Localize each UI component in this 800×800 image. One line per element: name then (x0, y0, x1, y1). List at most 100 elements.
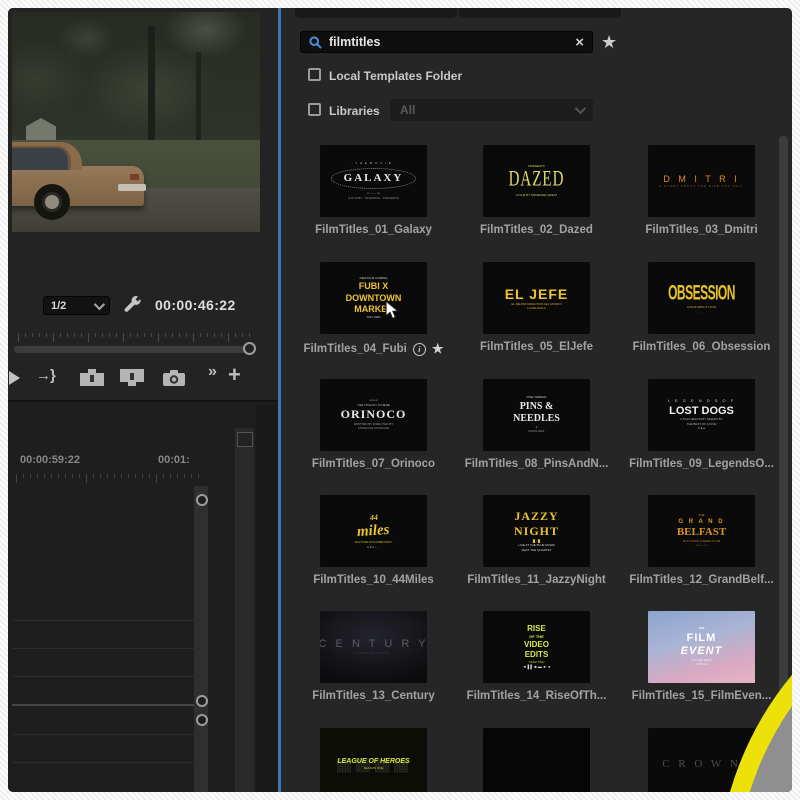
timeline-playhead-strip[interactable] (194, 486, 208, 792)
template-thumbnail[interactable]: THEFILMEVENTOF THE YEAR· JUNE 24 · (648, 611, 755, 683)
template-name: FilmTitles_12_GrandBelf... (629, 574, 773, 586)
template-item[interactable]: THEG R A N DBELFASTOLD TOWN CINEMA CLUB▪… (648, 495, 755, 567)
template-item[interactable]: · T H E M O V I E ·GALAXY▪▪ —— ▪▪▪A FILM… (320, 145, 427, 217)
template-item[interactable]: RISEOF THEVIDEOEDITSYEAR TWO◄ ▌▌ ■ ▬ ► ●… (483, 611, 590, 683)
template-item[interactable]: THEFILMEVENTOF THE YEAR· JUNE 24 ·FilmTi… (648, 611, 755, 683)
thumbnail-art-text: 44 (369, 513, 378, 523)
tab-edit[interactable] (459, 8, 621, 18)
template-thumbnail[interactable]: ▪▪ ▪▪ ▪▪THE TRILOGY IS HEREORINOCOWRITTE… (320, 379, 427, 451)
program-monitor-preview (12, 12, 260, 232)
libraries-select[interactable]: All (390, 99, 593, 121)
more-buttons-icon[interactable]: » (208, 363, 217, 381)
template-item[interactable]: 44milesFEATURE DOCUMENTARY▪▪ ▾ ▪▪ ◦ ···F… (320, 495, 427, 567)
thumbnail-art-text: RISE (527, 624, 546, 633)
template-thumbnail[interactable]: ● (483, 728, 590, 792)
settings-wrench-icon[interactable] (122, 294, 142, 314)
favorites-filter-star-icon[interactable]: ★ (601, 32, 617, 53)
thumbnail-art-text: BELFAST (677, 526, 726, 539)
template-name: FilmTitles_15_FilmEven... (632, 690, 772, 702)
favorite-star-icon[interactable]: ★ (432, 341, 444, 357)
premiere-window: 1/2 00:00:46:22 →} » + 00:00:59: (8, 8, 792, 792)
template-item[interactable]: ● (483, 728, 590, 792)
template-name: FilmTitles_01_Galaxy (315, 224, 432, 236)
thumbnail-art-text: EDITS (525, 650, 549, 659)
template-item[interactable]: OBSESSIONA FILM ABOUT LOVE◦ ◦FilmTitles_… (648, 262, 755, 334)
thumbnail-art-text: VIDEO (524, 640, 549, 649)
thumbnail-art-text: LIVE AT THE BLUE ROOM (518, 544, 554, 547)
go-to-out-icon[interactable]: →} (36, 367, 55, 384)
template-name: FilmTitles_06_Obsession (633, 341, 771, 353)
keyframe-marker[interactable] (196, 494, 208, 506)
scrollbar-handle[interactable] (237, 432, 253, 447)
track-divider (12, 648, 194, 649)
tab-browse[interactable] (295, 8, 457, 18)
keyframe-marker[interactable] (196, 695, 208, 707)
track-divider (12, 620, 194, 621)
thumbnail-art-text: EVENT (681, 645, 723, 658)
template-thumbnail[interactable]: 44milesFEATURE DOCUMENTARY▪▪ ▾ ▪▪ ◦ ··· (320, 495, 427, 567)
template-name: FilmTitles_13_Century (312, 690, 435, 702)
thumbnail-art-text: FILM (687, 632, 717, 645)
template-thumbnail[interactable]: ▦▦▦▦LEAGUE OF HEROESSEASON ONE (320, 728, 427, 792)
value-graph-line (12, 704, 194, 706)
chevron-down-icon (575, 103, 586, 114)
template-item[interactable]: FINE THREADPINS &NEEDLES◦ ▾ ◦SOON 2021Fi… (483, 379, 590, 451)
search-input[interactable] (329, 35, 568, 49)
template-item[interactable]: ▦▦▦▦LEAGUE OF HEROESSEASON ONE (320, 728, 427, 792)
template-name: FilmTitles_04_Fubi (304, 343, 407, 355)
thumbnail-art-text: NIGHT (514, 525, 559, 539)
tree-trunk (148, 26, 155, 146)
template-name: FilmTitles_02_Dazed (480, 224, 593, 236)
template-thumbnail[interactable]: EL JEFEEL MEJOR DIRECTOR DEL MUNDOLA PEL… (483, 262, 590, 334)
template-item[interactable]: C E N T U R YCOMING SOONFilmTitles_13_Ce… (320, 611, 427, 683)
extract-icon[interactable] (120, 369, 144, 391)
thumbnail-art-text: LOST DOGS (669, 405, 734, 418)
current-timecode[interactable]: 00:00:46:22 (155, 297, 236, 313)
template-thumbnail[interactable]: OBSESSIONA FILM ABOUT LOVE◦ ◦ (648, 262, 755, 334)
template-thumbnail[interactable]: THEG R A N DBELFASTOLD TOWN CINEMA CLUB▪… (648, 495, 755, 567)
playback-resolution-dropdown[interactable]: 1/2 (43, 296, 110, 315)
template-thumbnail[interactable]: NEW FILM COMINGFUBI XDOWNTOWNMARKETJULY … (320, 262, 427, 334)
template-item[interactable]: ▪▪ ▪▪ ▪▪THE TRILOGY IS HEREORINOCOWRITTE… (320, 379, 427, 451)
monitor-scrollbar-knob[interactable] (243, 342, 256, 355)
panel-separator (8, 400, 278, 402)
timeline-timecode-right: 00:01: (158, 454, 190, 466)
local-templates-label: Local Templates Folder (329, 69, 462, 83)
libraries-checkbox[interactable] (308, 103, 321, 116)
button-editor-plus-icon[interactable]: + (228, 362, 241, 388)
template-thumbnail[interactable]: RISEOF THEVIDEOEDITSYEAR TWO◄ ▌▌ ■ ▬ ► ● (483, 611, 590, 683)
template-thumbnail[interactable]: PRESENTSDAZEDA FILM BY SOMEONE GREAT (483, 145, 590, 217)
template-thumbnail[interactable]: D M I T R IA STORY ABOUT THE RISE AND FA… (648, 145, 755, 217)
template-item[interactable]: L E G E N D S O FLOST DOGSA DOCUMENTARY … (648, 379, 755, 451)
template-item[interactable]: PRESENTSDAZEDA FILM BY SOMEONE GREATFilm… (483, 145, 590, 217)
keyframe-marker[interactable] (196, 714, 208, 726)
thumbnail-art-text: THE (699, 514, 705, 517)
info-icon[interactable]: i (413, 343, 426, 356)
template-thumbnail[interactable]: L E G E N D S O FLOST DOGSA DOCUMENTARY … (648, 379, 755, 451)
template-item[interactable]: EL JEFEEL MEJOR DIRECTOR DEL MUNDOLA PEL… (483, 262, 590, 334)
template-item[interactable]: D M I T R IA STORY ABOUT THE RISE AND FA… (648, 145, 755, 217)
template-search-field[interactable]: × (300, 31, 593, 53)
template-item[interactable]: JAZZYNIGHT▐▌:▐▌LIVE AT THE BLUE ROOMFEAT… (483, 495, 590, 567)
car-window (12, 146, 71, 170)
transport-controls: →} » + (8, 364, 278, 398)
template-thumbnail[interactable]: JAZZYNIGHT▐▌:▐▌LIVE AT THE BLUE ROOMFEAT… (483, 495, 590, 567)
thumbnail-art-text: LA PELICULA (527, 307, 546, 310)
clear-search-icon[interactable]: × (575, 35, 584, 50)
template-item[interactable]: NEW FILM COMINGFUBI XDOWNTOWNMARKETJULY … (320, 262, 427, 334)
thumbnail-art-text: C E N T U R Y (320, 638, 427, 651)
export-frame-camera-icon[interactable] (162, 369, 186, 392)
template-thumbnail[interactable]: · T H E M O V I E ·GALAXY▪▪ —— ▪▪▪A FILM… (320, 145, 427, 217)
local-templates-checkbox[interactable] (308, 68, 321, 81)
template-thumbnail[interactable]: C E N T U R YCOMING SOON (320, 611, 427, 683)
thumbnail-art-text: OBSESSION (668, 281, 735, 305)
thumbnail-art-text: PINS & (520, 401, 554, 413)
timeline-vertical-scrollbar[interactable] (235, 428, 254, 792)
thumbnail-art-text: GALAXY (331, 168, 417, 189)
template-thumbnail[interactable]: FINE THREADPINS &NEEDLES◦ ▾ ◦SOON 2021 (483, 379, 590, 451)
lift-icon[interactable] (80, 369, 104, 391)
play-icon[interactable] (9, 371, 20, 385)
timeline-ruler[interactable] (16, 474, 202, 484)
monitor-scrollbar[interactable] (14, 346, 255, 353)
monitor-zoom-ruler (18, 333, 252, 343)
